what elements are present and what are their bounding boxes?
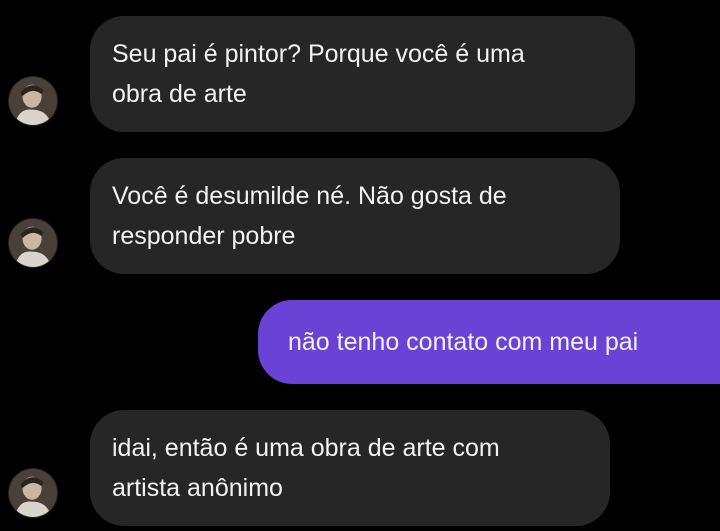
message-text-line: obra de arte (112, 80, 247, 108)
message-bubble-incoming[interactable]: idai, então é uma obra de arte com artis… (90, 410, 610, 526)
message-text-line: Seu pai é pintor? Porque você é uma (112, 40, 525, 68)
message-bubble-incoming[interactable]: Você é desumilde né. Não gosta de respon… (90, 158, 620, 274)
message-text-line: Você é desumilde né. Não gosta de (112, 182, 507, 210)
contact-avatar[interactable] (8, 218, 58, 268)
avatar-photo-icon (9, 469, 57, 517)
contact-avatar[interactable] (8, 76, 58, 126)
message-bubble-incoming[interactable]: Seu pai é pintor? Porque você é uma obra… (90, 16, 635, 132)
message-thread: Seu pai é pintor? Porque você é uma obra… (0, 0, 720, 531)
contact-avatar[interactable] (8, 468, 58, 518)
avatar-photo-icon (9, 219, 57, 267)
avatar-photo-icon (9, 77, 57, 125)
message-text-line: artista anônimo (112, 474, 283, 502)
message-text-line: idai, então é uma obra de arte com (112, 434, 500, 462)
message-text-line: não tenho contato com meu pai (288, 328, 639, 356)
message-text-line: responder pobre (112, 222, 296, 250)
message-bubble-outgoing[interactable]: não tenho contato com meu pai (258, 300, 720, 384)
